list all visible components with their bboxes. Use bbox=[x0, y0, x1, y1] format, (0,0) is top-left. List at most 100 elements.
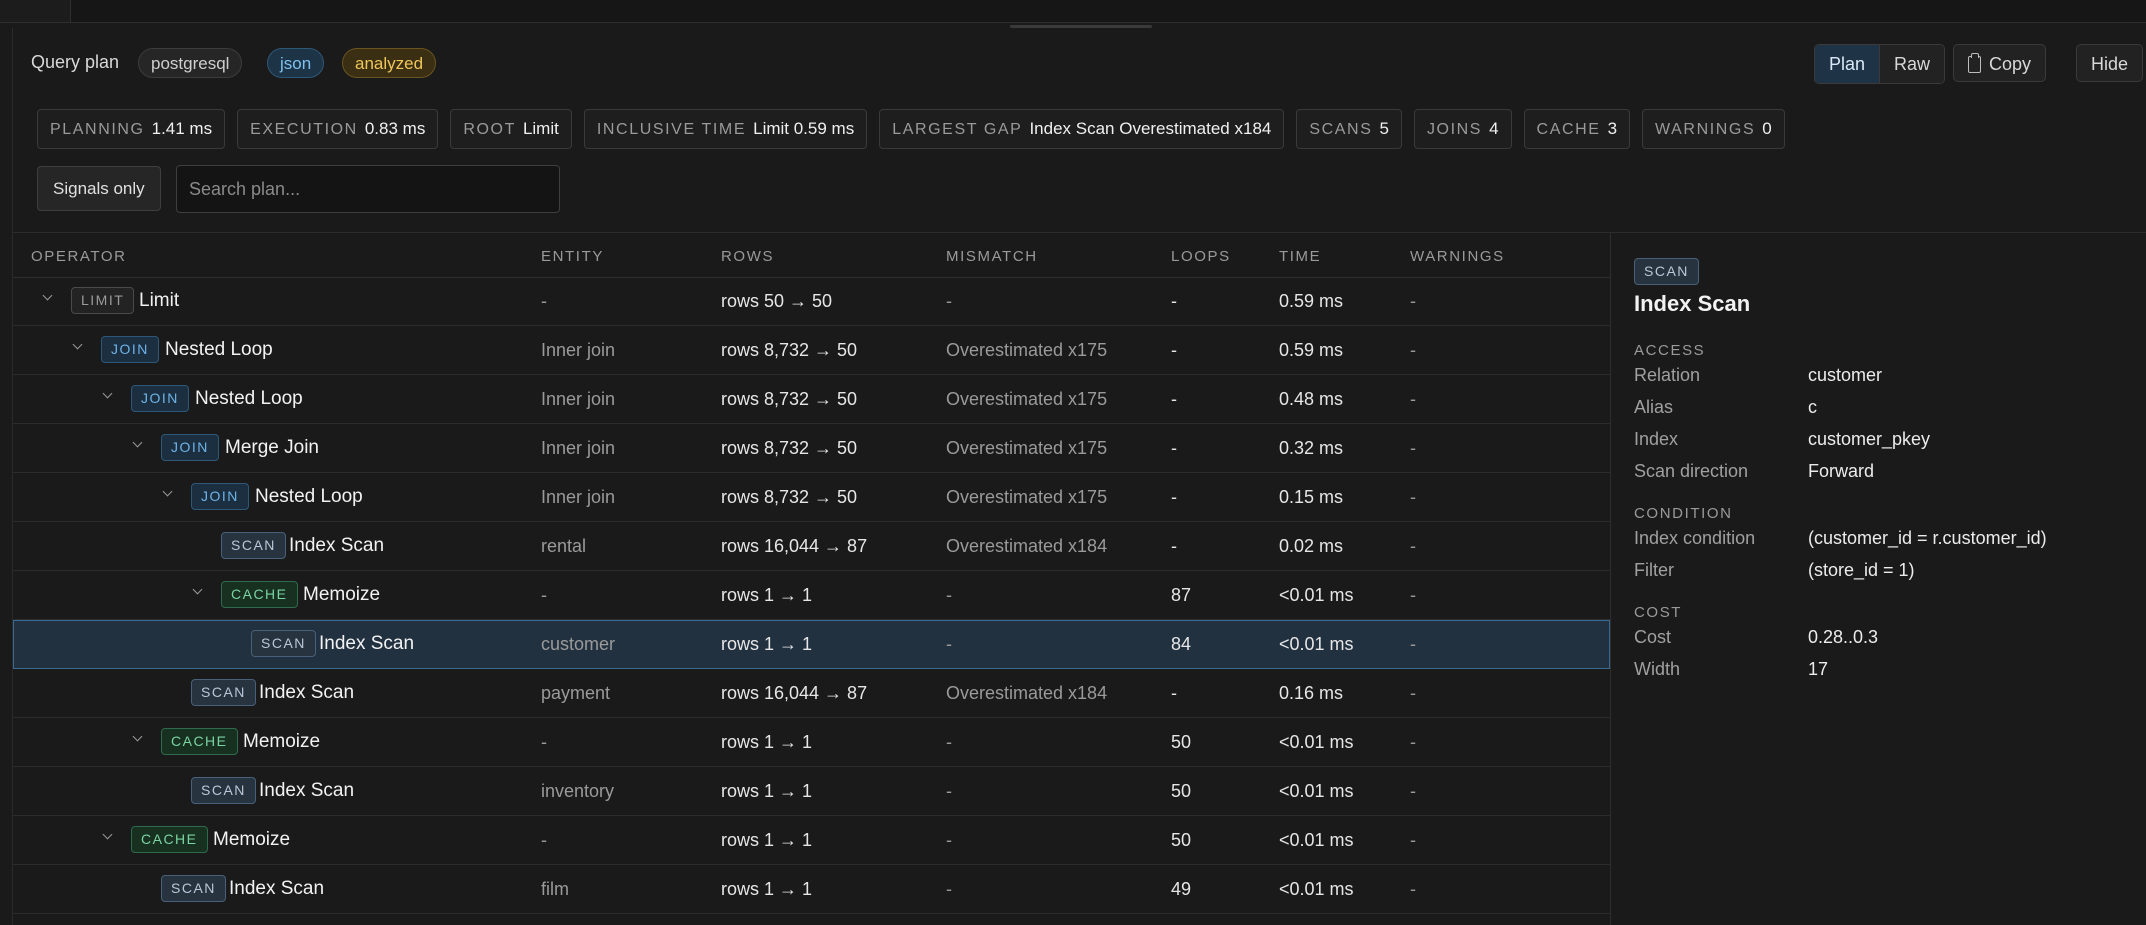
stat-value: 4 bbox=[1489, 119, 1499, 138]
time-cell: 0.32 ms bbox=[1279, 438, 1344, 458]
hide-button[interactable]: Hide bbox=[2076, 44, 2144, 82]
chevron-down-icon[interactable] bbox=[131, 438, 145, 452]
time-cell: 0.59 ms bbox=[1279, 340, 1344, 360]
detail-value: (store_id = 1) bbox=[1808, 560, 1915, 580]
chevron-down-icon[interactable] bbox=[191, 585, 205, 599]
stat-value: 1.41 ms bbox=[151, 119, 213, 138]
stat-execution: EXECUTION 0.83 ms bbox=[237, 109, 439, 149]
detail-panel: SCAN Index Scan ACCESS Relation customer Al… bbox=[1610, 233, 2146, 925]
table-row[interactable]: JOIN Nested Loop Inner join rows 8,732 → 50… bbox=[13, 473, 1610, 522]
search-input[interactable] bbox=[176, 165, 560, 213]
column-entity[interactable]: ENTITY bbox=[541, 248, 604, 265]
cache-badge: CACHE bbox=[161, 728, 238, 755]
warnings-cell: - bbox=[1410, 536, 1416, 556]
mismatch-cell: - bbox=[946, 634, 952, 654]
stat-cache: CACHE 3 bbox=[1523, 109, 1631, 149]
rows-cell: rows 8,732 → 50 bbox=[721, 487, 858, 507]
table-row[interactable]: CACHE Memoize - rows 1 → 1 - 50 <0.01 ms - bbox=[13, 718, 1610, 767]
column-mismatch[interactable]: MISMATCH bbox=[946, 248, 1038, 265]
detail-value: 0.28..0.3 bbox=[1808, 627, 1879, 647]
table-row[interactable]: SCAN Index Scan inventory rows 1 → 1 - 50 <0.0… bbox=[13, 767, 1610, 816]
time-cell: 0.59 ms bbox=[1279, 291, 1344, 311]
detail-title: Index Scan bbox=[1634, 291, 1751, 316]
mismatch-cell: Overestimated x175 bbox=[946, 389, 1108, 409]
detail-badge: SCAN bbox=[1634, 258, 1699, 285]
chevron-down-icon[interactable] bbox=[41, 291, 55, 305]
scan-badge: SCAN bbox=[191, 777, 256, 804]
rows-cell: rows 1 → 1 bbox=[721, 634, 813, 654]
chevron-down-icon[interactable] bbox=[161, 487, 175, 501]
mismatch-cell: Overestimated x175 bbox=[946, 340, 1108, 360]
cache-badge: CACHE bbox=[131, 826, 208, 853]
loops-cell: - bbox=[1171, 683, 1177, 703]
cache-badge: CACHE bbox=[221, 581, 298, 608]
warnings-cell: - bbox=[1410, 830, 1416, 850]
table-row[interactable]: SCAN Index Scan payment rows 16,044 → 87 Ove… bbox=[13, 669, 1610, 718]
stat-key: SCANS bbox=[1309, 121, 1373, 138]
detail-value: c bbox=[1808, 397, 1817, 417]
clipboard-icon bbox=[1968, 53, 1981, 73]
mismatch-cell: - bbox=[946, 830, 952, 850]
mismatch-cell: - bbox=[946, 732, 952, 752]
entity-cell: - bbox=[541, 830, 547, 850]
detail-section-heading: ACCESS bbox=[1634, 342, 1706, 359]
stat-key: EXECUTION bbox=[250, 121, 358, 138]
table-row[interactable]: JOIN Nested Loop Inner join rows 8,732 → 50… bbox=[13, 375, 1610, 424]
panel-title: Query plan bbox=[31, 52, 120, 72]
raw-view-button[interactable]: Raw bbox=[1879, 45, 1945, 83]
operator-name: Index Scan bbox=[319, 633, 415, 654]
mismatch-cell: - bbox=[946, 879, 952, 899]
detail-key: Alias bbox=[1634, 397, 1674, 417]
detail-key: Filter bbox=[1634, 560, 1674, 580]
loops-cell: 87 bbox=[1171, 585, 1192, 605]
entity-cell: inventory bbox=[541, 781, 615, 801]
stat-key: PLANNING bbox=[50, 121, 145, 138]
table-row[interactable]: CACHE Memoize - rows 1 → 1 - 87 <0.01 ms - bbox=[13, 571, 1610, 620]
table-row[interactable]: LIMIT Limit - rows 50 → 50 - - 0.59 ms - bbox=[13, 277, 1610, 326]
stat-value: Limit 0.59 ms bbox=[753, 119, 855, 138]
rows-cell: rows 8,732 → 50 bbox=[721, 438, 858, 458]
table-row[interactable]: SCAN Index Scan film rows 1 → 1 - 49 <0.01 ms - bbox=[13, 865, 1610, 914]
table-row[interactable]: SCAN Index Scan customer rows 1 → 1 - 84 <0.01… bbox=[13, 620, 1610, 669]
join-badge: JOIN bbox=[101, 336, 159, 363]
column-rows[interactable]: ROWS bbox=[721, 248, 774, 265]
chevron-down-icon[interactable] bbox=[101, 389, 115, 403]
scan-badge: SCAN bbox=[221, 532, 286, 559]
copy-label: Copy bbox=[1989, 54, 2032, 74]
detail-value: 17 bbox=[1808, 659, 1829, 679]
stat-key: INCLUSIVE TIME bbox=[596, 121, 747, 138]
table-row[interactable]: JOIN Merge Join Inner join rows 8,732 → 50 O… bbox=[13, 424, 1610, 473]
table-row[interactable]: JOIN Nested Loop Inner join rows 8,732 → 50… bbox=[13, 326, 1610, 375]
chevron-down-icon[interactable] bbox=[131, 732, 145, 746]
view-mode-toggle: Plan Raw bbox=[1814, 44, 1946, 84]
stat-value: Index Scan Overestimated x184 bbox=[1029, 119, 1272, 138]
time-cell: <0.01 ms bbox=[1279, 879, 1354, 899]
operator-name: Memoize bbox=[303, 584, 381, 605]
copy-button[interactable]: Copy bbox=[1953, 44, 2047, 82]
operator-name: Index Scan bbox=[259, 682, 355, 703]
plan-view-button[interactable]: Plan bbox=[1815, 45, 1880, 83]
time-cell: <0.01 ms bbox=[1279, 732, 1354, 752]
time-cell: <0.01 ms bbox=[1279, 830, 1354, 850]
column-operator[interactable]: OPERATOR bbox=[31, 248, 127, 265]
warnings-cell: - bbox=[1410, 781, 1416, 801]
chevron-down-icon[interactable] bbox=[101, 830, 115, 844]
entity-cell: - bbox=[541, 732, 547, 752]
signals-only-button[interactable]: Signals only bbox=[37, 166, 161, 211]
table-row[interactable]: SCAN Index Scan rental rows 16,044 → 87 Over… bbox=[13, 522, 1610, 571]
detail-key: Cost bbox=[1634, 627, 1672, 647]
rows-cell: rows 1 → 1 bbox=[721, 732, 813, 752]
column-warnings[interactable]: WARNINGS bbox=[1410, 248, 1505, 265]
warnings-cell: - bbox=[1410, 340, 1416, 360]
column-time[interactable]: TIME bbox=[1279, 248, 1321, 265]
column-loops[interactable]: LOOPS bbox=[1171, 248, 1231, 265]
mismatch-cell: Overestimated x184 bbox=[946, 683, 1108, 703]
scan-badge: SCAN bbox=[191, 679, 256, 706]
time-cell: <0.01 ms bbox=[1279, 634, 1354, 654]
entity-cell: payment bbox=[541, 683, 611, 703]
engine-pill: postgresql bbox=[138, 48, 243, 78]
rows-cell: rows 8,732 → 50 bbox=[721, 389, 858, 409]
stat-root: ROOT Limit bbox=[450, 109, 572, 149]
table-row[interactable]: CACHE Memoize - rows 1 → 1 - 50 <0.01 ms - bbox=[13, 816, 1610, 865]
chevron-down-icon[interactable] bbox=[71, 340, 85, 354]
